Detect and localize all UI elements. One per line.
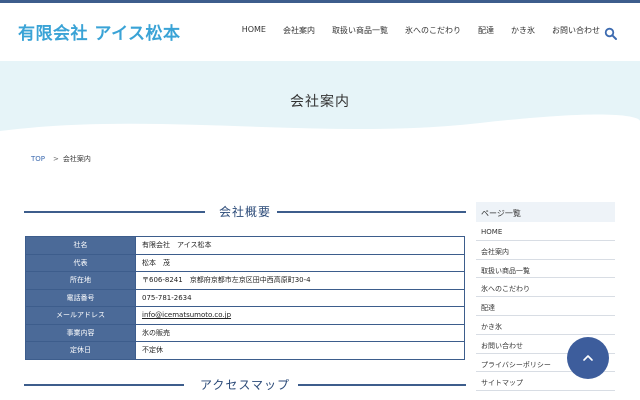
nav-home[interactable]: HOME bbox=[242, 25, 266, 36]
row-label: 事業内容 bbox=[25, 323, 136, 342]
row-value: 松本 茂 bbox=[135, 253, 465, 272]
table-row: 定休日 不定休 bbox=[25, 341, 465, 360]
nav-company[interactable]: 会社案内 bbox=[283, 25, 315, 36]
row-label: 代表 bbox=[25, 253, 136, 272]
row-value: 075-781-2634 bbox=[135, 288, 465, 307]
chevron-up-icon bbox=[583, 355, 593, 361]
row-label: 社名 bbox=[25, 236, 136, 255]
table-row: 社名 有限会社 アイス松本 bbox=[25, 236, 465, 255]
page-title: 会社案内 bbox=[290, 94, 350, 110]
section-title: 会社概要 bbox=[218, 205, 271, 219]
site-header: 有限会社 アイス松本 HOME 会社案内 取扱い商品一覧 氷へのこだわり 配達 … bbox=[0, 3, 640, 61]
nav-shaved-ice[interactable]: かき氷 bbox=[511, 25, 535, 36]
sidebar-item-shaved-ice[interactable]: かき氷 bbox=[476, 316, 615, 335]
table-row: 所在地 〒606-8241 京都府京都市左京区田中西高原町30-4 bbox=[25, 271, 465, 290]
row-value: 有限会社 アイス松本 bbox=[135, 236, 465, 255]
row-label: 所在地 bbox=[25, 271, 136, 290]
search-icon[interactable] bbox=[604, 26, 618, 40]
row-label: 電話番号 bbox=[25, 288, 136, 307]
sidebar-item-commitment[interactable]: 氷へのこだわり bbox=[476, 278, 615, 298]
breadcrumb-current: 会社案内 bbox=[62, 155, 91, 163]
row-value: 氷の販売 bbox=[135, 323, 465, 342]
sidebar-item-delivery[interactable]: 配達 bbox=[476, 297, 615, 316]
breadcrumb-home[interactable]: TOP bbox=[31, 155, 45, 163]
section-title: アクセスマップ bbox=[199, 378, 291, 392]
table-row: 代表 松本 茂 bbox=[25, 253, 465, 272]
row-label: メールアドレス bbox=[25, 306, 136, 325]
table-row: 電話番号 075-781-2634 bbox=[25, 288, 465, 307]
nav-contact[interactable]: お問い合わせ bbox=[552, 25, 600, 36]
table-row: 事業内容 氷の販売 bbox=[25, 323, 465, 342]
section-heading-access: アクセスマップ bbox=[24, 376, 466, 392]
nav-commitment[interactable]: 氷へのこだわり bbox=[405, 25, 461, 36]
email-link[interactable]: info@icematsumoto.co.jp bbox=[142, 311, 231, 319]
site-logo[interactable]: 有限会社 アイス松本 bbox=[18, 19, 181, 44]
page-hero: 会社案内 bbox=[0, 61, 640, 137]
nav-delivery[interactable]: 配達 bbox=[478, 25, 494, 36]
row-label: 定休日 bbox=[25, 341, 136, 360]
company-info-table: 社名 有限会社 アイス松本 代表 松本 茂 所在地 〒606-8241 京都府京… bbox=[25, 236, 465, 360]
nav-products[interactable]: 取扱い商品一覧 bbox=[332, 25, 388, 36]
sidebar-item-products[interactable]: 取扱い商品一覧 bbox=[476, 260, 615, 279]
sidebar-title: ページ一覧 bbox=[476, 202, 615, 222]
breadcrumb-separator: > bbox=[53, 155, 59, 163]
sidebar-item-company[interactable]: 会社案内 bbox=[476, 241, 615, 260]
row-value: 不定休 bbox=[135, 341, 465, 360]
row-value: 〒606-8241 京都府京都市左京区田中西高原町30-4 bbox=[135, 271, 465, 290]
breadcrumb: TOP > 会社案内 bbox=[31, 154, 91, 164]
section-heading-overview: 会社概要 bbox=[24, 203, 466, 219]
global-nav: HOME 会社案内 取扱い商品一覧 氷へのこだわり 配達 かき氷 お問い合わせ bbox=[225, 25, 600, 36]
table-row: メールアドレス info@icematsumoto.co.jp bbox=[25, 306, 465, 325]
back-to-top-button[interactable] bbox=[567, 337, 609, 379]
row-value: info@icematsumoto.co.jp bbox=[135, 306, 465, 325]
sidebar-item-home[interactable]: HOME bbox=[476, 222, 615, 241]
